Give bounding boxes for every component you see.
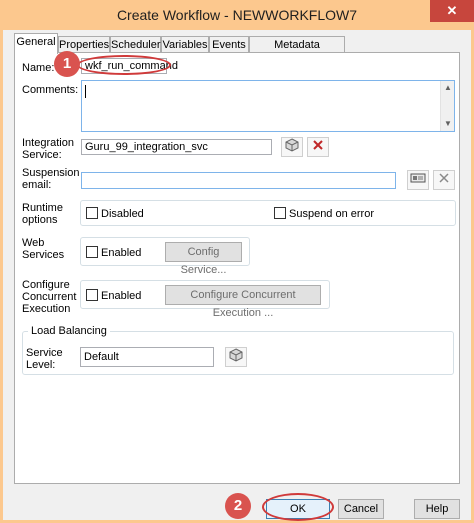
- load-balancing-label: Load Balancing: [28, 325, 110, 337]
- runtime-options-label-line1: Runtime: [22, 202, 63, 214]
- runtime-options-label-line2: options: [22, 214, 58, 226]
- red-x-icon[interactable]: [307, 137, 329, 157]
- window-title: Create Workflow - NEWWORKFLOW7: [116, 7, 358, 23]
- tab-scheduler[interactable]: Scheduler: [110, 36, 161, 53]
- scroll-up-arrow-icon[interactable]: ▲: [441, 81, 455, 95]
- integration-service-label-line2: Service:: [22, 149, 62, 161]
- service-level-field[interactable]: Default: [80, 347, 214, 367]
- concurrent-enabled-label: Enabled: [101, 290, 142, 302]
- concurrent-label-line2: Concurrent: [22, 291, 77, 303]
- service-level-label-line2: Level:: [26, 359, 56, 371]
- suspension-email-label-line2: email:: [22, 179, 52, 191]
- name-highlight-ellipse: [77, 55, 171, 75]
- comments-scrollbar[interactable]: ▲ ▼: [440, 81, 454, 131]
- close-window-button[interactable]: ✕: [430, 0, 474, 22]
- gray-x-icon[interactable]: [433, 170, 455, 190]
- web-services-label-line1: Web: [22, 237, 45, 249]
- name-label: Name:: [22, 62, 55, 74]
- scroll-down-arrow-icon[interactable]: ▼: [441, 117, 455, 131]
- integration-service-field[interactable]: Guru_99_integration_svc: [81, 139, 272, 155]
- annotation-marker-1: 1: [54, 51, 80, 77]
- ok-highlight-ellipse: [262, 493, 334, 521]
- tab-variables[interactable]: Variables: [161, 36, 209, 53]
- cube-icon[interactable]: [281, 137, 303, 157]
- suspension-email-field[interactable]: [81, 172, 396, 189]
- help-button[interactable]: Help: [414, 499, 460, 519]
- concurrent-label-line3: Execution: [22, 303, 71, 315]
- text-cursor: [85, 85, 86, 98]
- tab-events[interactable]: Events: [209, 36, 249, 53]
- email-card-icon[interactable]: [407, 170, 429, 190]
- integration-service-label-line1: Integration: [22, 137, 74, 149]
- web-services-enabled-checkbox[interactable]: [86, 246, 98, 258]
- disabled-checkbox[interactable]: [86, 207, 98, 219]
- disabled-label: Disabled: [101, 208, 144, 220]
- comments-label: Comments:: [22, 84, 79, 96]
- cube-icon[interactable]: [225, 347, 247, 367]
- suspend-on-error-label: Suspend on error: [289, 208, 374, 220]
- cancel-button[interactable]: Cancel: [338, 499, 384, 519]
- comments-textarea[interactable]: [81, 80, 455, 132]
- tab-general[interactable]: General: [14, 33, 58, 54]
- concurrent-label-line1: Configure: [22, 279, 70, 291]
- config-service-button[interactable]: Config Service...: [165, 242, 242, 276]
- configure-concurrent-execution-button[interactable]: Configure Concurrent Execution ...: [165, 285, 321, 319]
- annotation-marker-2: 2: [225, 493, 251, 519]
- concurrent-enabled-checkbox[interactable]: [86, 289, 98, 301]
- service-level-label-line1: Service: [26, 347, 63, 359]
- suspend-on-error-checkbox[interactable]: [274, 207, 286, 219]
- suspension-email-label-line1: Suspension: [22, 167, 80, 179]
- web-services-label-line2: Services: [22, 249, 65, 261]
- web-services-enabled-label: Enabled: [101, 247, 142, 259]
- tab-metadata-extensions[interactable]: Metadata Extensions: [249, 36, 345, 67]
